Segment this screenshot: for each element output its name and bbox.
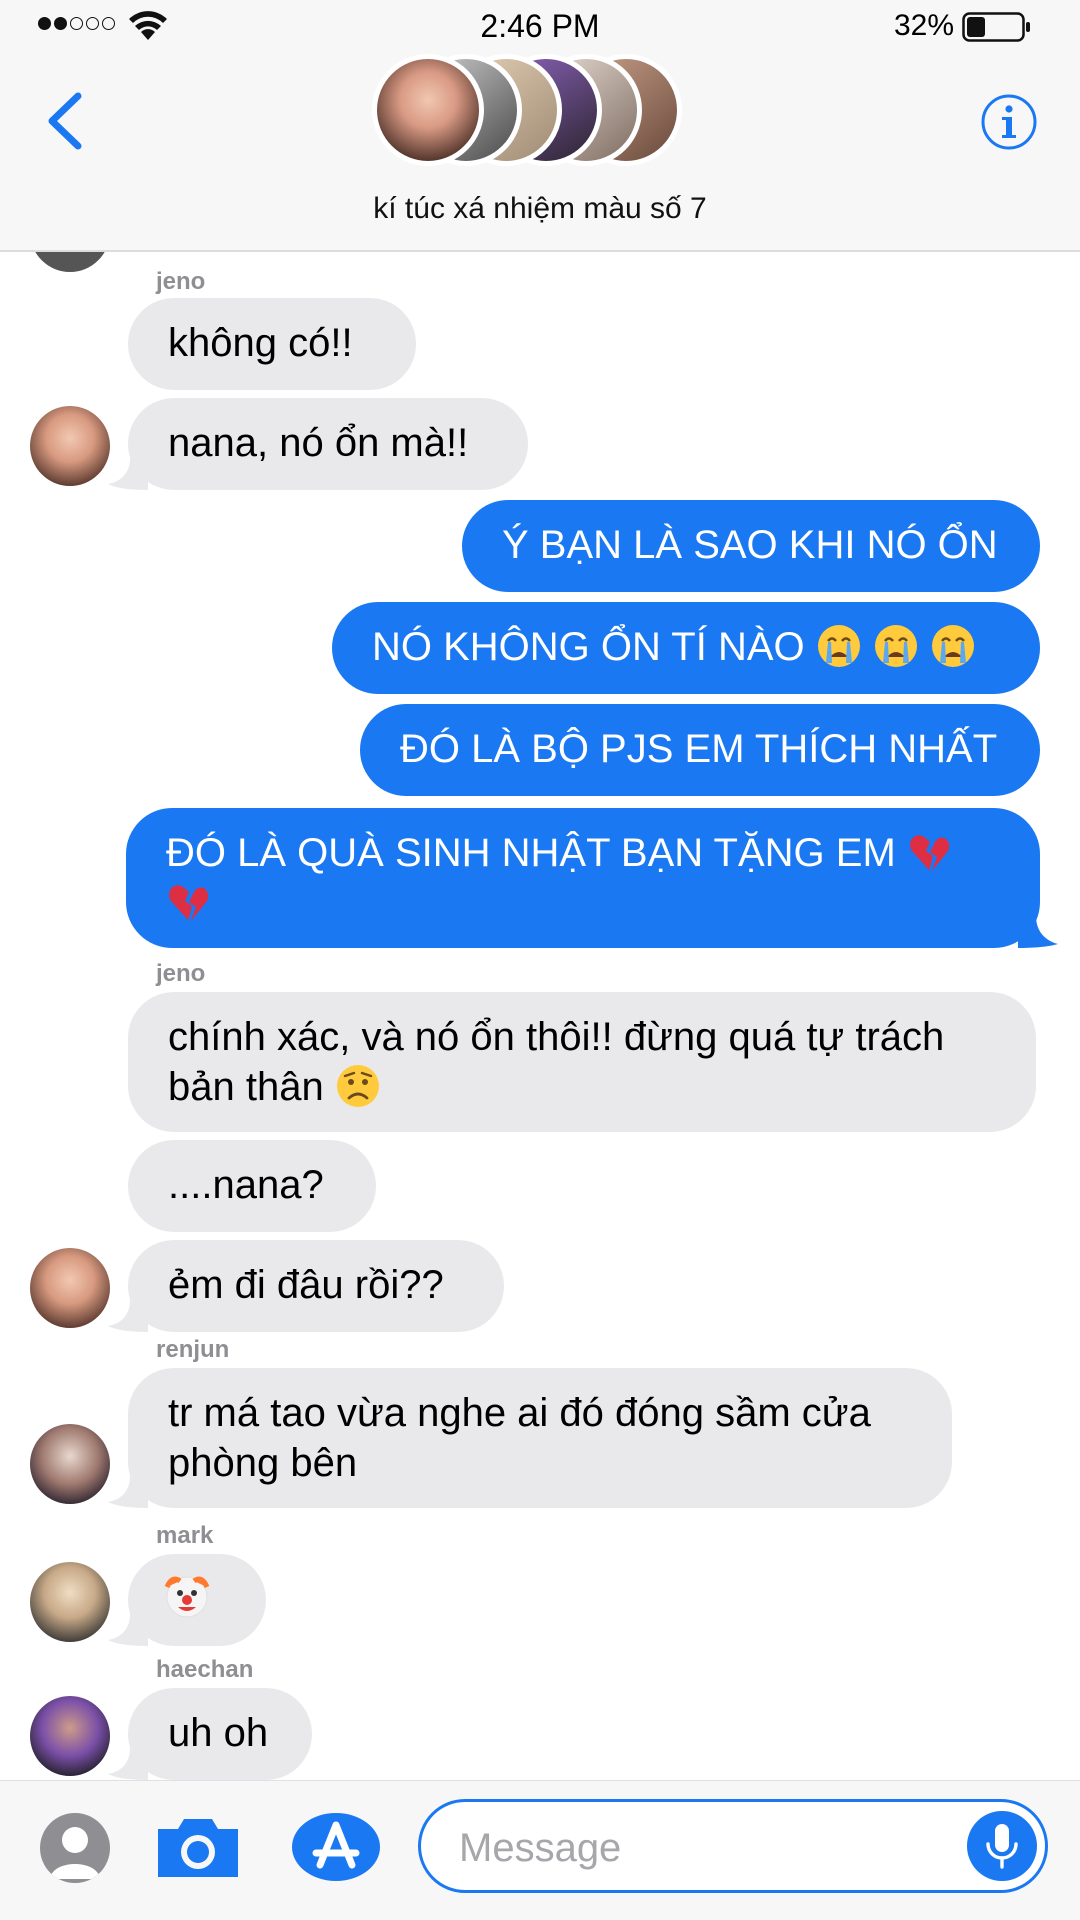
app-store-button[interactable]	[290, 1811, 382, 1883]
microphone-button[interactable]	[967, 1811, 1037, 1881]
sender-avatar	[30, 252, 110, 272]
incoming-message-bubble[interactable]: tr má tao vừa nghe ai đó đóng sầm cửa ph…	[128, 1368, 952, 1508]
message-text: uh oh	[168, 1711, 269, 1755]
member-avatar	[372, 54, 484, 166]
sender-name: mark	[156, 1522, 214, 1549]
microphone-icon	[986, 1824, 1018, 1869]
incoming-message-bubble[interactable]: ....nana?	[128, 1140, 376, 1232]
back-button[interactable]	[40, 88, 90, 154]
message-text: ĐÓ LÀ QUÀ SINH NHẬT BẠN TẶNG EM	[166, 831, 896, 875]
contact-icon	[50, 1827, 100, 1879]
message-field	[418, 1799, 1048, 1893]
message-text: Ý BẠN LÀ SAO KHI NÓ ỔN	[502, 523, 998, 567]
sender-avatar[interactable]	[30, 1696, 110, 1776]
crying-face-emoji	[817, 625, 860, 668]
bubble-tail	[108, 1614, 148, 1646]
message-input[interactable]	[459, 1822, 939, 1874]
battery-icon	[962, 12, 1030, 42]
incoming-message-bubble[interactable]: nana, nó ổn mà!!	[128, 398, 528, 490]
incoming-message-bubble[interactable]: không có!!	[128, 298, 416, 390]
battery-percentage: 32%	[893, 9, 954, 42]
crying-face-emoji	[874, 625, 917, 668]
outgoing-message-bubble[interactable]: ĐÓ LÀ BỘ PJS EM THÍCH NHẤT	[360, 704, 1040, 796]
message-text: nana, nó ổn mà!!	[168, 421, 469, 465]
group-name[interactable]: kí túc xá nhiệm màu số 7	[0, 192, 1080, 226]
sender-name: haechan	[156, 1656, 254, 1683]
message-text: tr má tao vừa nghe ai đó đóng sầm cửa ph…	[168, 1391, 882, 1485]
outgoing-message-bubble[interactable]: Ý BẠN LÀ SAO KHI NÓ ỔN	[462, 500, 1040, 592]
message-text: ẻm đi đâu rồi??	[168, 1263, 444, 1307]
info-button[interactable]	[980, 93, 1038, 151]
message-text: không có!!	[168, 321, 353, 365]
sender-avatar[interactable]	[30, 406, 110, 486]
incoming-message-bubble[interactable]: uh oh	[128, 1688, 312, 1780]
incoming-message-bubble[interactable]: ẻm đi đâu rồi??	[128, 1240, 504, 1332]
crying-face-emoji	[932, 625, 975, 668]
message-text: chính xác, và nó ổn thôi!! đừng quá tự t…	[168, 1015, 956, 1109]
group-avatar-stack[interactable]	[372, 54, 682, 166]
status-bar: 2:46 PM 32%	[0, 0, 1080, 52]
incoming-message-bubble[interactable]	[128, 1554, 266, 1646]
bubble-tail	[108, 1748, 148, 1780]
message-text: ĐÓ LÀ BỘ PJS EM THÍCH NHẤT	[400, 727, 998, 771]
sender-name: jeno	[156, 960, 206, 987]
contact-button[interactable]	[40, 1813, 110, 1883]
message-composer	[0, 1780, 1080, 1920]
broken-heart-emoji	[909, 835, 950, 872]
bubble-tail	[108, 458, 148, 490]
bubble-tail	[108, 1476, 148, 1508]
outgoing-message-bubble[interactable]: NÓ KHÔNG ỔN TÍ NÀO	[332, 602, 1040, 694]
conversation-header: 2:46 PM 32% kí túc xá nhiệm màu số 7	[0, 0, 1080, 252]
bubble-tail	[1018, 916, 1058, 948]
message-text: ....nana?	[168, 1163, 324, 1207]
camera-button[interactable]	[152, 1811, 244, 1883]
sender-name: jeno	[156, 268, 206, 295]
sender-avatar[interactable]	[30, 1248, 110, 1328]
worried-face-emoji	[336, 1065, 379, 1108]
outgoing-message-bubble[interactable]: ĐÓ LÀ QUÀ SINH NHẬT BẠN TẶNG EM	[126, 808, 1040, 948]
bubble-tail	[108, 1300, 148, 1332]
sender-name: renjun	[156, 1336, 230, 1363]
incoming-message-bubble[interactable]: chính xác, và nó ổn thôi!! đừng quá tự t…	[128, 992, 1036, 1132]
sender-avatar[interactable]	[30, 1562, 110, 1642]
message-thread[interactable]: jeno không có!! nana, nó ổn mà!! Ý BẠN LÀ S…	[0, 252, 1080, 1780]
sender-avatar[interactable]	[30, 1424, 110, 1504]
message-text: NÓ KHÔNG ỔN TÍ NÀO	[372, 625, 805, 669]
broken-heart-emoji	[169, 885, 209, 922]
clown-face-emoji	[164, 1576, 210, 1618]
